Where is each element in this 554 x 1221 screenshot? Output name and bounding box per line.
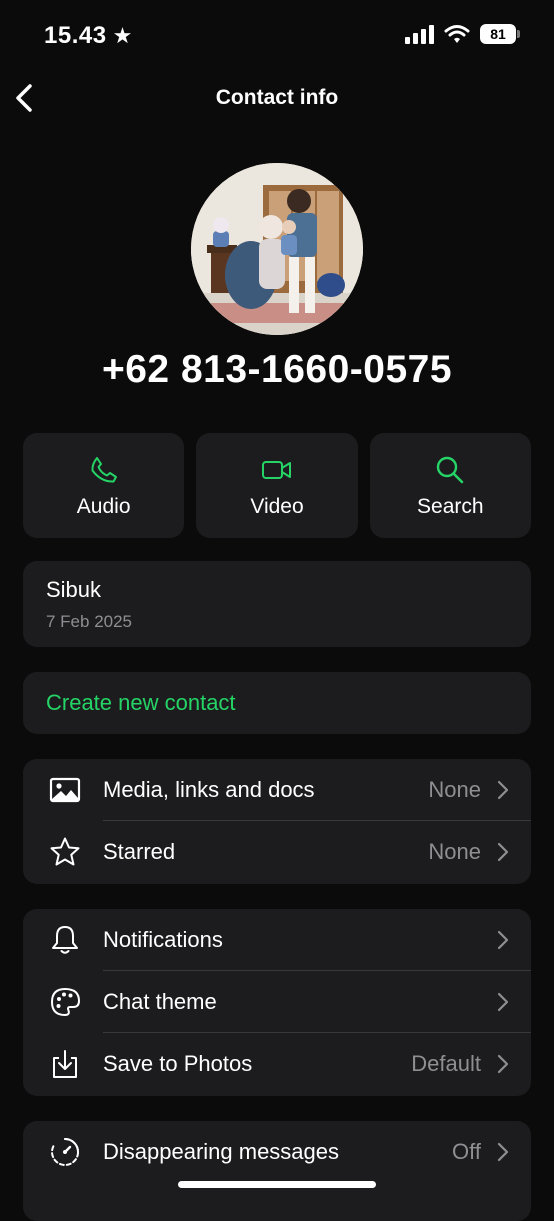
quick-actions: Audio Video Search: [23, 433, 531, 538]
palette-icon: [51, 988, 80, 1016]
chevron-right-icon: [497, 780, 509, 800]
row-notifications[interactable]: Notifications: [23, 909, 531, 971]
bell-icon: [52, 926, 78, 954]
row-chat-theme[interactable]: Chat theme: [23, 971, 531, 1033]
contact-phone-number: +62 813-1660-0575: [101, 348, 453, 391]
signal-icon: [405, 25, 434, 44]
settings-group: Notifications Chat theme Save to Photos …: [23, 909, 531, 1096]
profile-photo-image: [191, 163, 363, 335]
chevron-right-icon: [497, 1142, 509, 1162]
status-indicators: 81: [404, 24, 520, 44]
timer-icon: [51, 1138, 80, 1166]
image-icon: [49, 777, 81, 803]
disappearing-messages-label: Disappearing messages: [103, 1139, 340, 1164]
video-label: Video: [250, 495, 304, 518]
search-button[interactable]: Search: [369, 433, 531, 538]
status-bar: 15.43 ★ 81: [0, 0, 554, 72]
home-indicator[interactable]: [178, 1181, 376, 1188]
media-starred-group: Media, links and docs None Starred None: [23, 759, 531, 884]
media-value: None: [428, 777, 481, 802]
chat-theme-label: Chat theme: [103, 989, 217, 1014]
search-label: Search: [417, 495, 484, 518]
row-disappearing-messages[interactable]: Disappearing messages Off: [23, 1121, 531, 1183]
star-icon: ★: [112, 23, 133, 48]
about-card[interactable]: Sibuk 7 Feb 2025: [23, 561, 531, 647]
status-time: 15.43 ★: [44, 22, 133, 50]
starred-label: Starred: [103, 839, 176, 864]
disappearing-messages-value: Off: [452, 1139, 481, 1164]
profile-photo[interactable]: [191, 163, 363, 335]
audio-call-button[interactable]: Audio: [23, 433, 185, 538]
audio-label: Audio: [76, 495, 131, 518]
create-contact-button[interactable]: Create new contact: [23, 672, 531, 734]
battery-icon: 81: [480, 24, 520, 44]
page-title: Contact info: [215, 86, 339, 109]
chevron-right-icon: [497, 992, 509, 1012]
video-call-button[interactable]: Video: [196, 433, 358, 538]
video-camera-icon: [261, 461, 291, 479]
starred-value: None: [428, 839, 481, 864]
chevron-right-icon: [497, 842, 509, 862]
about-date: 7 Feb 2025: [46, 612, 133, 631]
row-starred[interactable]: Starred None: [23, 821, 531, 883]
nav-bar: Contact info: [0, 72, 554, 124]
about-status: Sibuk: [46, 577, 102, 602]
status-time-text: 15.43: [44, 22, 107, 49]
phone-icon: [91, 457, 117, 483]
wifi-icon: [444, 25, 470, 43]
notifications-label: Notifications: [103, 927, 223, 952]
media-label: Media, links and docs: [103, 777, 315, 802]
row-media-links-docs[interactable]: Media, links and docs None: [23, 759, 531, 821]
chevron-right-icon: [497, 930, 509, 950]
chevron-right-icon: [497, 1054, 509, 1074]
privacy-group: Disappearing messages Off: [23, 1121, 531, 1221]
battery-level: 81: [490, 26, 506, 42]
create-contact-label: Create new contact: [46, 690, 236, 715]
save-to-photos-value: Default: [411, 1051, 481, 1076]
search-icon: [437, 456, 464, 484]
save-to-photos-label: Save to Photos: [103, 1051, 253, 1076]
download-tray-icon: [53, 1050, 77, 1078]
star-icon: [50, 837, 80, 866]
row-save-to-photos[interactable]: Save to Photos Default: [23, 1033, 531, 1095]
